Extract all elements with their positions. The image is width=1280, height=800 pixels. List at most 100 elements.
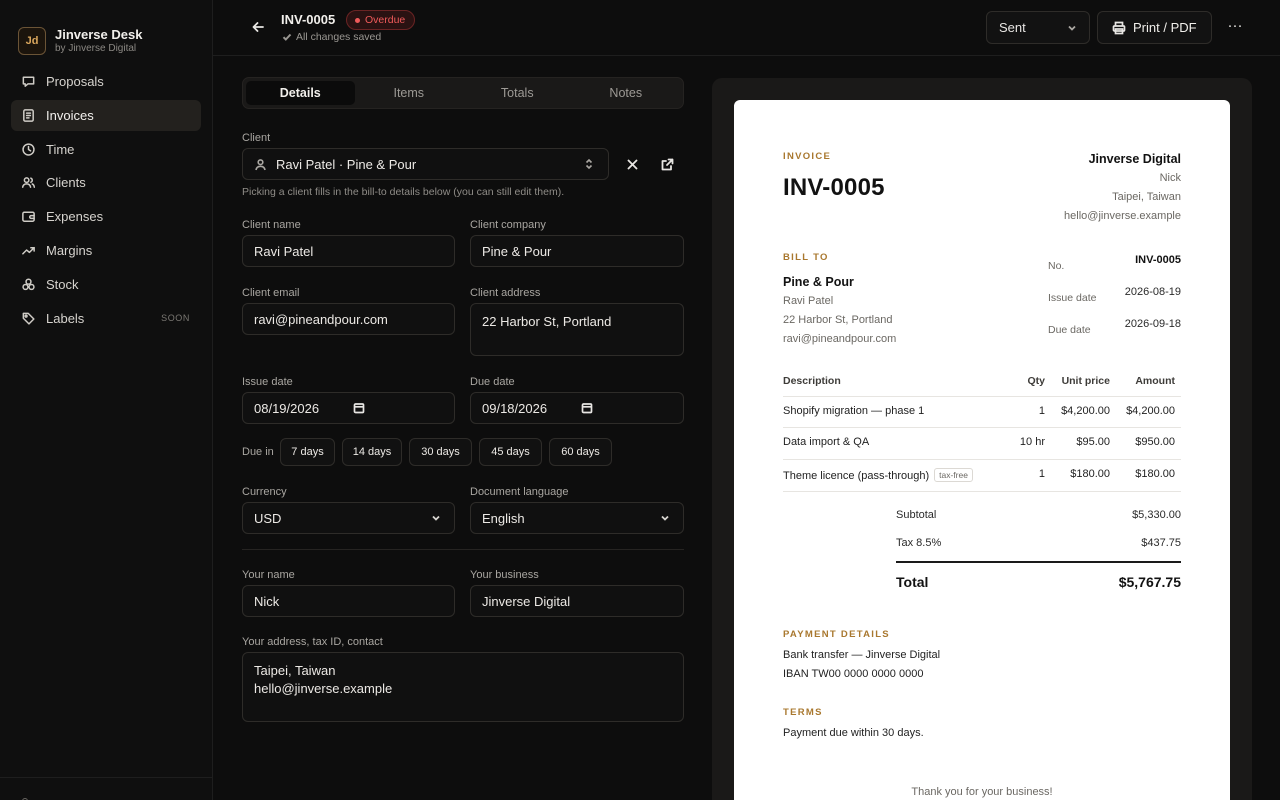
arrow-left-icon: [252, 22, 264, 32]
tab-totals[interactable]: Totals: [463, 81, 572, 105]
bill-to-name: Ravi Patel: [783, 295, 834, 307]
status-select[interactable]: Sent: [986, 11, 1090, 44]
col-qty: Qty: [1027, 375, 1045, 387]
chevron-down-icon: [432, 515, 440, 521]
sidebar-item-expenses[interactable]: Expenses: [11, 201, 201, 232]
bill-to-heading: BILL TO: [783, 252, 829, 263]
sidebar-item-stock[interactable]: Stock: [11, 269, 201, 300]
language-select[interactable]: English: [470, 502, 684, 534]
meta-no-label: No.: [1048, 260, 1065, 272]
table-divider: [783, 491, 1181, 492]
col-unit-price: Unit price: [1061, 375, 1110, 387]
calendar-icon[interactable]: [353, 402, 365, 414]
payment-line-1: Bank transfer — Jinverse Digital: [783, 649, 941, 661]
tab-notes[interactable]: Notes: [572, 81, 681, 105]
back-button[interactable]: [249, 18, 267, 36]
your-address-field[interactable]: Taipei, Taiwan hello@jinverse.example: [242, 652, 684, 722]
your-name-field[interactable]: Nick: [242, 585, 455, 617]
chevron-down-icon: [1068, 25, 1076, 31]
row2-amount: $950.00: [1135, 436, 1175, 448]
subtotal-label: Subtotal: [896, 509, 937, 521]
client-hint: Picking a client fills in the bill-to de…: [242, 186, 565, 198]
due-date-field[interactable]: 09/18/2026: [470, 392, 684, 424]
row3-amount: $180.00: [1135, 468, 1175, 480]
row1-unit: $4,200.00: [1061, 405, 1110, 417]
issue-date-label: Issue date: [242, 376, 293, 388]
sidebar: Jd Jinverse Desk by Jinverse Digital Pro…: [0, 0, 213, 800]
soon-badge: SOON: [161, 313, 190, 324]
payment-heading: PAYMENT DETAILS: [783, 629, 890, 640]
invoice-eyebrow: INVOICE: [783, 151, 832, 162]
brand[interactable]: Jd Jinverse Desk by Jinverse Digital: [0, 0, 212, 64]
brand-name: Jinverse Desk: [55, 27, 143, 42]
row2-description: Data import & QA: [783, 436, 870, 448]
sender-block: Jinverse Digital Nick Taipei, Taiwan hel…: [1064, 150, 1181, 226]
sidebar-item-label: Proposals: [46, 74, 104, 89]
sidebar-item-time[interactable]: Time: [11, 134, 201, 165]
due-in-label: Due in: [242, 446, 274, 458]
client-address-label: Client address: [470, 287, 541, 299]
due-date-label: Due date: [470, 376, 515, 388]
sidebar-item-clients[interactable]: Clients: [11, 167, 201, 198]
sidebar-item-proposals[interactable]: Proposals: [11, 66, 201, 97]
client-label: Client: [242, 132, 271, 144]
client-email-label: Client email: [242, 287, 300, 299]
bill-to-address: 22 Harbor St, Portland: [783, 314, 893, 326]
sidebar-item-labels[interactable]: Labels SOON: [11, 303, 201, 334]
client-company-field[interactable]: Pine & Pour: [470, 235, 684, 267]
total-label: Total: [896, 574, 929, 590]
status-dot-icon: [355, 17, 360, 23]
tab-details[interactable]: Details: [246, 81, 355, 105]
col-description: Description: [783, 375, 841, 387]
status-badge: Overdue: [346, 10, 416, 30]
row1-qty: 1: [1038, 405, 1045, 417]
sidebar-item-label: Expenses: [46, 209, 104, 225]
client-name-label: Client name: [242, 219, 301, 231]
due-in-7-days[interactable]: 7 days: [280, 438, 335, 466]
sidebar-item-margins[interactable]: Margins: [11, 235, 201, 266]
print-pdf-button[interactable]: Print / PDF: [1097, 11, 1212, 44]
bill-to-block: Pine & Pour Ravi Patel 22 Harbor St, Por…: [783, 272, 896, 349]
sender-business: Jinverse Digital: [1088, 152, 1181, 166]
tab-bar: Details Items Totals Notes: [242, 77, 684, 109]
due-in-45-days[interactable]: 45 days: [479, 438, 542, 466]
terms-text: Payment due within 30 days.: [783, 727, 924, 739]
currency-label: Currency: [242, 486, 287, 498]
open-client-button[interactable]: [657, 154, 677, 174]
wallet-icon: [20, 209, 36, 225]
tax-value: $437.75: [1141, 537, 1181, 549]
sidebar-item-invoices[interactable]: Invoices: [11, 99, 201, 131]
sidebar-item-label: Labels: [46, 310, 85, 326]
total-divider: [896, 561, 1181, 563]
sender-location: Taipei, Taiwan: [1112, 191, 1181, 203]
client-name-field[interactable]: Ravi Patel: [242, 235, 455, 267]
table-divider: [783, 427, 1181, 428]
section-divider: [242, 549, 684, 550]
client-address-field[interactable]: 22 Harbor St, Portland: [470, 303, 684, 356]
client-picker[interactable]: Ravi Patel · Pine & Pour: [242, 148, 609, 180]
language-label: Document language: [470, 486, 569, 498]
currency-select[interactable]: USD: [242, 502, 455, 534]
sidebar-nav: Proposals Invoices Time Clients Expenses…: [0, 66, 212, 334]
user-icon: [255, 158, 266, 170]
tax-label: Tax 8.5%: [896, 537, 942, 549]
col-amount: Amount: [1135, 375, 1175, 387]
meta-no-value: INV-0005: [1135, 254, 1181, 266]
table-divider: [783, 396, 1181, 397]
due-in-14-days[interactable]: 14 days: [342, 438, 402, 466]
meta-issue-value: 2026-08-19: [1124, 286, 1181, 298]
due-in-60-days[interactable]: 60 days: [549, 438, 612, 466]
more-options-button[interactable]: ···: [1225, 17, 1245, 37]
meta-due-value: 2026-09-18: [1124, 318, 1181, 330]
client-email-field[interactable]: ravi@pineandpour.com: [242, 303, 455, 335]
tab-items[interactable]: Items: [355, 81, 464, 105]
calendar-icon[interactable]: [581, 402, 593, 414]
issue-date-field[interactable]: 08/19/2026: [242, 392, 455, 424]
clear-client-button[interactable]: [622, 154, 642, 174]
trend-icon: [20, 242, 36, 258]
your-business-field[interactable]: Jinverse Digital: [470, 585, 684, 617]
bill-to-company: Pine & Pour: [783, 275, 854, 289]
sidebar-item-label: Stock: [46, 276, 79, 292]
payment-details: Bank transfer — Jinverse Digital IBAN TW…: [783, 646, 940, 683]
due-in-30-days[interactable]: 30 days: [409, 438, 472, 466]
